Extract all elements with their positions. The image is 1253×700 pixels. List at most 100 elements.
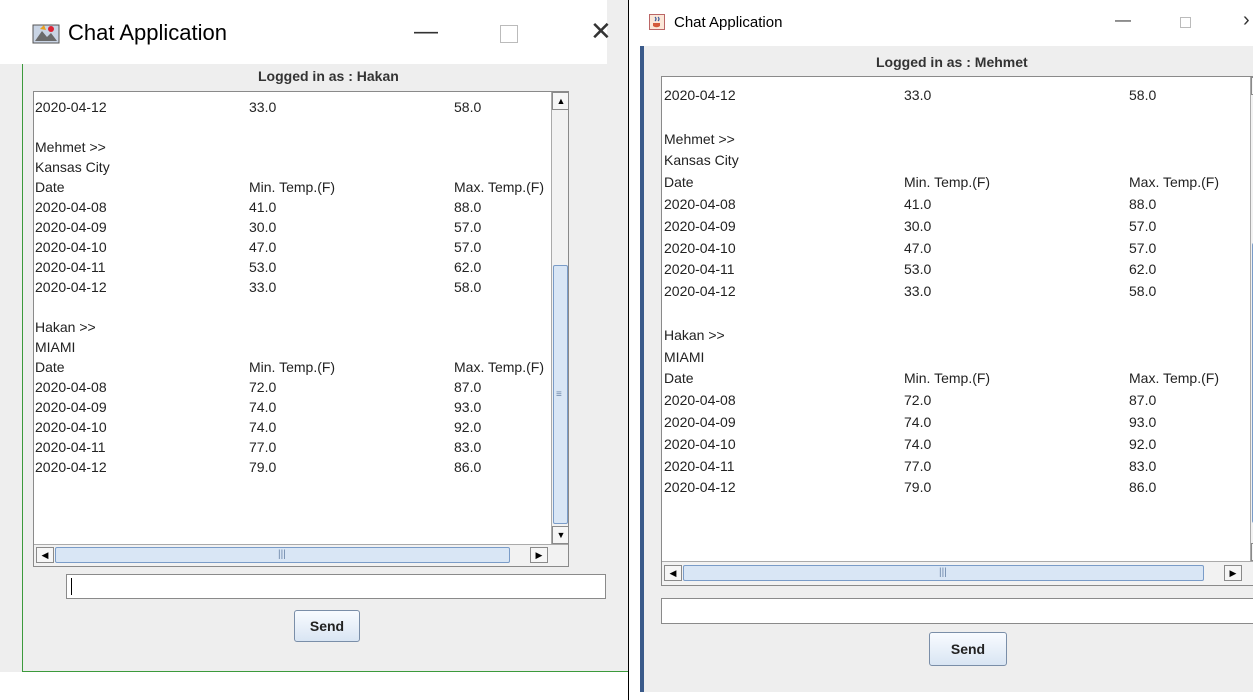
text-caret: [71, 578, 72, 595]
horizontal-scroll-thumb[interactable]: |||: [55, 547, 510, 563]
chat-cell: 53.0: [904, 261, 932, 278]
chat-cell: 79.0: [249, 459, 277, 475]
chat-cell: 86.0: [454, 459, 482, 475]
grip-icon: |||: [278, 549, 286, 560]
chat-line: 2020-04-12 33.0 58.0: [664, 281, 1252, 303]
chat-cell: 2020-04-11: [664, 261, 735, 278]
horizontal-scroll-thumb[interactable]: |||: [683, 565, 1204, 581]
scroll-down-button[interactable]: ▼: [552, 526, 568, 544]
chat-cell: 57.0: [454, 239, 482, 255]
chat-line: Date Min. Temp.(F) Max. Temp.(F): [664, 368, 1252, 390]
chat-cell: 2020-04-08: [664, 392, 736, 409]
chat-cell: 87.0: [454, 379, 482, 395]
chat-line: Hakan >>: [35, 317, 552, 337]
minimize-icon[interactable]: —: [1115, 12, 1131, 30]
chat-cell: Mehmet >>: [35, 139, 106, 155]
window-title: Chat Application: [674, 14, 783, 31]
chat-line: 2020-04-08 72.0 87.0: [35, 377, 552, 397]
chat-cell: Min. Temp.(F): [249, 359, 336, 375]
chat-cell: Date: [664, 370, 694, 387]
logged-in-label: Logged in as : Mehmet: [876, 54, 1028, 70]
chat-line: 2020-04-09 30.0 57.0: [35, 217, 552, 237]
chat-line: 2020-04-11 77.0 83.0: [35, 437, 552, 457]
chat-line: MIAMI: [35, 337, 552, 357]
chat-cell: Date: [664, 174, 694, 191]
chat-cell: MIAMI: [664, 348, 705, 365]
chat-line: 2020-04-09 74.0 93.0: [35, 397, 552, 417]
chat-text: 2020-04-12 33.0 58.0 Mehmet >> Kansas City Da…: [35, 97, 552, 477]
chat-cell: Max. Temp.(F): [1129, 174, 1219, 191]
chat-line: 2020-04-08 41.0 88.0: [35, 197, 552, 217]
chat-cell: 2020-04-08: [35, 379, 107, 395]
horizontal-scrollbar[interactable]: ◀ ||| ▶: [662, 561, 1253, 585]
chat-cell: 2020-04-10: [664, 435, 736, 452]
vertical-scroll-thumb[interactable]: ≡: [553, 265, 568, 524]
chat-line: Mehmet >>: [35, 137, 552, 157]
chat-line: 2020-04-10 74.0 92.0: [35, 417, 552, 437]
chat-window-mehmet: Chat Application — › Logged in as : Mehm…: [640, 0, 1253, 692]
message-input[interactable]: [661, 598, 1253, 624]
java-cup-icon: [649, 14, 665, 30]
chat-cell: 2020-04-12: [664, 479, 736, 496]
vertical-scrollbar[interactable]: ▲ ≡ ▼: [551, 92, 568, 544]
chat-area[interactable]: 2020-04-12 33.0 58.0 Mehmet >> Kansas City Da…: [661, 76, 1253, 586]
grip-icon: ≡: [556, 389, 562, 400]
chat-cell: 2020-04-11: [664, 457, 735, 474]
chat-cell: 83.0: [1129, 457, 1157, 474]
chat-area[interactable]: 2020-04-12 33.0 58.0 Mehmet >> Kansas City Da…: [33, 91, 569, 567]
chat-cell: Date: [35, 359, 65, 375]
chat-cell: 77.0: [904, 457, 932, 474]
chat-cell: 92.0: [1129, 435, 1157, 452]
chat-cell: 58.0: [1129, 87, 1157, 103]
chat-cell: 41.0: [904, 195, 932, 212]
close-icon[interactable]: ›: [1243, 9, 1250, 32]
chat-cell: 74.0: [249, 419, 277, 435]
chat-cell: 86.0: [1129, 479, 1157, 496]
title-bar[interactable]: Chat Application — ›: [640, 0, 1253, 46]
chat-line: Date Min. Temp.(F) Max. Temp.(F): [35, 177, 552, 197]
chat-cell: 93.0: [1129, 413, 1157, 430]
scroll-left-button[interactable]: ◀: [664, 565, 682, 581]
maximize-icon[interactable]: [500, 25, 518, 43]
title-bar[interactable]: Chat Application — ✕: [0, 0, 612, 64]
grip-icon: |||: [939, 567, 947, 578]
chat-line: [664, 303, 1252, 325]
chat-line: 2020-04-08 72.0 87.0: [664, 390, 1252, 412]
chat-cell: 72.0: [904, 392, 932, 409]
send-button[interactable]: Send: [294, 610, 360, 642]
chat-cell: 79.0: [904, 479, 932, 496]
chat-cell: 41.0: [249, 199, 277, 215]
chat-line: MIAMI: [664, 347, 1252, 369]
horizontal-scrollbar[interactable]: ◀ ||| ▶: [34, 544, 568, 566]
message-input[interactable]: [66, 574, 606, 599]
chat-cell: Max. Temp.(F): [1129, 370, 1219, 387]
chat-line: 2020-04-12 33.0 58.0: [664, 85, 1252, 107]
chat-cell: 57.0: [1129, 239, 1157, 256]
minimize-icon[interactable]: —: [414, 18, 438, 46]
chat-cell: 2020-04-09: [664, 413, 736, 430]
chat-cell: 2020-04-12: [35, 99, 107, 115]
chat-cell: 57.0: [454, 219, 482, 235]
chat-cell: 58.0: [454, 279, 482, 295]
chat-cell: 2020-04-12: [35, 459, 107, 475]
scroll-right-button[interactable]: ▶: [530, 547, 548, 563]
chat-cell: 74.0: [249, 399, 277, 415]
chat-cell: 88.0: [454, 199, 482, 215]
scroll-up-button[interactable]: ▲: [552, 92, 568, 110]
chat-cell: 30.0: [904, 217, 932, 234]
maximize-icon[interactable]: [1180, 17, 1191, 28]
chat-cell: Min. Temp.(F): [904, 370, 991, 387]
send-button[interactable]: Send: [929, 632, 1007, 666]
window-title: Chat Application: [68, 20, 227, 45]
chat-cell: 2020-04-09: [664, 217, 736, 234]
chat-cell: 58.0: [454, 99, 482, 115]
close-icon[interactable]: ✕: [590, 16, 612, 47]
chat-cell: Hakan >>: [664, 326, 725, 343]
scroll-left-button[interactable]: ◀: [36, 547, 54, 563]
chat-cell: Hakan >>: [35, 319, 96, 335]
chat-cell: 2020-04-11: [35, 259, 106, 275]
chat-cell: Date: [35, 179, 65, 195]
chat-cell: 2020-04-08: [664, 195, 736, 212]
chat-cell: Kansas City: [664, 152, 739, 169]
scroll-right-button[interactable]: ▶: [1224, 565, 1242, 581]
